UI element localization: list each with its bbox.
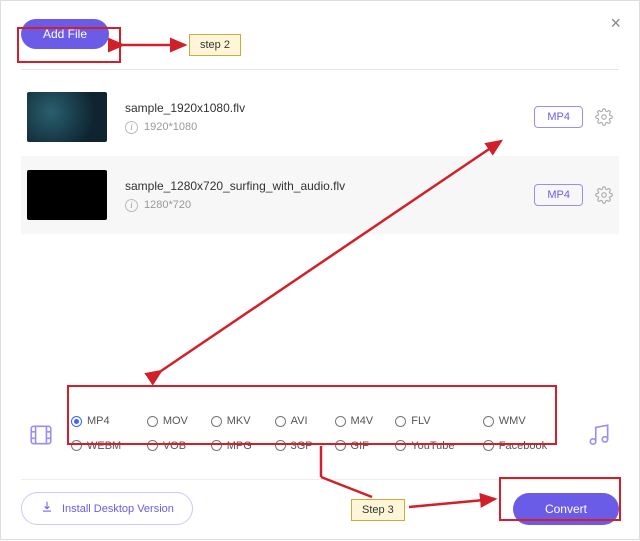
file-resolution: 1920*1080 xyxy=(144,121,197,133)
format-option-mkv[interactable]: MKV xyxy=(211,415,251,427)
info-icon: i xyxy=(125,199,138,212)
gear-icon[interactable] xyxy=(595,186,613,204)
video-thumbnail xyxy=(27,92,107,142)
file-row: sample_1920x1080.flv i 1920*1080 MP4 xyxy=(21,78,619,156)
install-desktop-label: Install Desktop Version xyxy=(62,503,174,515)
file-resolution: 1280*720 xyxy=(144,199,191,211)
format-option-3gp[interactable]: 3GP xyxy=(275,440,313,452)
install-desktop-button[interactable]: Install Desktop Version xyxy=(21,492,193,525)
file-name: sample_1280x720_surfing_with_audio.flv xyxy=(125,179,534,193)
convert-button[interactable]: Convert xyxy=(513,493,619,525)
format-option-mpg[interactable]: MPG xyxy=(211,440,252,452)
format-select[interactable]: MP4 xyxy=(534,106,583,128)
video-icon[interactable] xyxy=(21,422,61,448)
format-option-m4v[interactable]: M4V xyxy=(335,415,374,427)
download-icon xyxy=(40,500,54,517)
gear-icon[interactable] xyxy=(595,108,613,126)
format-option-facebook[interactable]: Facebook xyxy=(483,440,547,452)
music-icon[interactable] xyxy=(579,422,619,448)
add-file-button[interactable]: Add File xyxy=(21,19,109,49)
file-row: sample_1280x720_surfing_with_audio.flv i… xyxy=(21,156,619,234)
video-thumbnail xyxy=(27,170,107,220)
format-option-flv[interactable]: FLV xyxy=(395,415,430,427)
format-option-webm[interactable]: WEBM xyxy=(71,440,121,452)
format-option-youtube[interactable]: YouTube xyxy=(395,440,454,452)
format-section: MP4 MOV MKV AVI M4V FLV WMV WEBM VOB MPG 3GP GIF You… xyxy=(21,400,619,469)
format-option-gif[interactable]: GIF xyxy=(335,440,369,452)
divider xyxy=(21,69,619,70)
format-option-wmv[interactable]: WMV xyxy=(483,415,526,427)
format-option-vob[interactable]: VOB xyxy=(147,440,186,452)
format-select[interactable]: MP4 xyxy=(534,184,583,206)
format-option-mp4[interactable]: MP4 xyxy=(71,415,110,427)
info-icon: i xyxy=(125,121,138,134)
file-name: sample_1920x1080.flv xyxy=(125,101,534,115)
format-option-mov[interactable]: MOV xyxy=(147,415,188,427)
format-option-avi[interactable]: AVI xyxy=(275,415,308,427)
